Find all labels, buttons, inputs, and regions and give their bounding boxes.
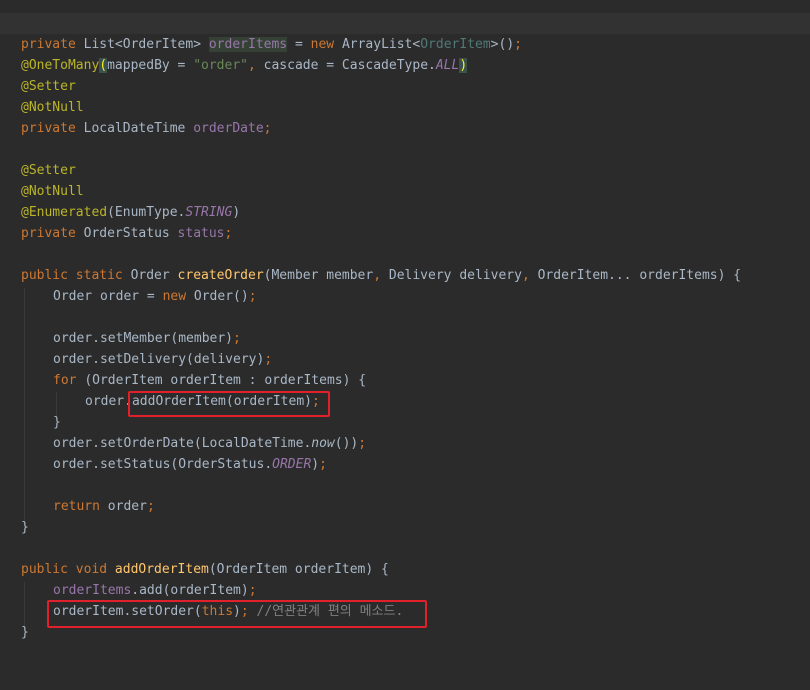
- closing-brace: }: [21, 520, 29, 535]
- code-token: LocalDateTime: [83, 121, 194, 136]
- code-line-22[interactable]: order.setStatus(OrderStatus.ORDER);: [53, 454, 327, 475]
- code-token: ): [311, 457, 320, 472]
- keyword: private: [21, 121, 84, 136]
- code-token: .add(orderItem): [131, 583, 249, 598]
- keyword: return: [53, 499, 108, 514]
- closing-brace: }: [53, 415, 61, 430]
- code-token: order.setOrderDate(LocalDateTime.: [53, 436, 312, 451]
- keyword: public void: [21, 562, 115, 577]
- annotation-setter: @Setter: [21, 79, 76, 94]
- highlight-box-add-order-item: [128, 391, 330, 417]
- keyword: public static: [21, 268, 131, 283]
- semicolon: ;: [264, 352, 273, 367]
- field-order-items-highlight: orderItems: [208, 37, 288, 52]
- code-token: ): [232, 205, 241, 220]
- code-token: order.setStatus(OrderStatus.: [53, 457, 273, 472]
- code-line-18[interactable]: for (OrderItem orderItem : orderItems) {: [53, 370, 366, 391]
- code-line-24[interactable]: return order;: [53, 496, 155, 517]
- code-line-30[interactable]: }: [21, 622, 29, 643]
- code-token: Delivery delivery: [388, 268, 522, 283]
- code-line-20[interactable]: }: [53, 412, 61, 433]
- code-token: (Member member: [263, 268, 374, 283]
- semicolon: ;: [146, 499, 155, 514]
- keyword: new: [310, 37, 342, 52]
- code-line-28[interactable]: orderItems.add(orderItem);: [53, 580, 257, 601]
- code-token: cascade = CascadeType.: [263, 58, 436, 73]
- generic-type: OrderItem: [420, 37, 491, 52]
- code-line-14[interactable]: Order order = new Order();: [53, 286, 257, 307]
- annotation-enumerated: @Enumerated: [21, 205, 108, 220]
- code-token: (OrderItem orderItem : orderItems) {: [84, 373, 367, 388]
- field-name: status: [177, 226, 225, 241]
- code-token: Order: [130, 268, 178, 283]
- code-token: order.setDelivery(delivery): [53, 352, 265, 367]
- code-line-5[interactable]: @NotNull: [21, 97, 84, 118]
- code-line-27[interactable]: public void addOrderItem(OrderItem order…: [21, 559, 389, 580]
- code-line-10[interactable]: @Enumerated(EnumType.STRING): [21, 202, 240, 223]
- annotation-notnull: @NotNull: [21, 100, 84, 115]
- method-name-create-order: createOrder: [177, 268, 264, 283]
- semicolon: ;: [248, 289, 257, 304]
- code-token: order: [107, 499, 147, 514]
- code-token: mappedBy =: [107, 58, 194, 73]
- keyword: new: [162, 289, 194, 304]
- code-line-9[interactable]: @NotNull: [21, 181, 84, 202]
- code-line-6[interactable]: private LocalDateTime orderDate;: [21, 118, 271, 139]
- code-token: ArrayList<: [341, 37, 421, 52]
- enum-constant: ALL: [435, 58, 460, 73]
- code-token: ,: [248, 58, 264, 73]
- keyword: private: [21, 37, 84, 52]
- static-method-now: now: [311, 436, 335, 451]
- annotation-onetomany: @OneToMany: [21, 58, 100, 73]
- code-line-13[interactable]: public static Order createOrder(Member m…: [21, 265, 741, 286]
- code-line-8[interactable]: @Setter: [21, 160, 76, 181]
- annotation-setter: @Setter: [21, 163, 76, 178]
- semicolon: ;: [514, 37, 522, 52]
- code-token: order: [85, 394, 125, 409]
- code-token: OrderStatus: [83, 226, 178, 241]
- field-name: orderDate: [193, 121, 264, 136]
- code-line-11[interactable]: private OrderStatus status;: [21, 223, 232, 244]
- code-token: =: [287, 37, 311, 52]
- indent-guide: [24, 288, 25, 525]
- code-line-17[interactable]: order.setDelivery(delivery);: [53, 349, 272, 370]
- code-editor[interactable]: @OneToMany(mappedBy = "order", cascade =…: [0, 0, 810, 690]
- semicolon: ;: [248, 583, 257, 598]
- code-line-4[interactable]: @Setter: [21, 76, 76, 97]
- highlight-box-set-order: [47, 600, 427, 628]
- string-literal: "order": [193, 58, 248, 73]
- code-token: Order(): [193, 289, 249, 304]
- comma: ,: [373, 268, 389, 283]
- code-line-21[interactable]: order.setOrderDate(LocalDateTime.now());: [53, 433, 366, 454]
- code-token: (OrderItem orderItem) {: [208, 562, 389, 577]
- keyword: private: [21, 226, 84, 241]
- semicolon: ;: [263, 121, 272, 136]
- paren-close-highlight: ): [459, 58, 468, 73]
- code-token: order.setMember(member): [53, 331, 234, 346]
- semicolon: ;: [233, 331, 241, 346]
- paren-open-highlight: (: [99, 58, 108, 73]
- semicolon: ;: [319, 457, 327, 472]
- code-token: (EnumType.: [107, 205, 186, 220]
- code-token: OrderItem... orderItems) {: [537, 268, 742, 283]
- method-name-add-order-item: addOrderItem: [114, 562, 209, 577]
- code-token: ()): [334, 436, 359, 451]
- comma: ,: [521, 268, 538, 283]
- enum-constant: ORDER: [272, 457, 312, 472]
- code-line-25[interactable]: }: [21, 517, 29, 538]
- code-token: Order order =: [53, 289, 163, 304]
- code-line-1[interactable]: @OneToMany(mappedBy = "order", cascade =…: [0, 13, 810, 73]
- enum-constant: STRING: [185, 205, 233, 220]
- code-line-16[interactable]: order.setMember(member);: [53, 328, 241, 349]
- closing-brace: }: [21, 625, 29, 640]
- semicolon: ;: [358, 436, 367, 451]
- code-token: >(): [490, 37, 515, 52]
- keyword: for: [53, 373, 85, 388]
- annotation-notnull: @NotNull: [21, 184, 84, 199]
- semicolon: ;: [224, 226, 233, 241]
- field-order-items: orderItems: [53, 583, 132, 598]
- code-token: List<OrderItem>: [83, 37, 209, 52]
- code-line-2[interactable]: private List<OrderItem> orderItems = new…: [21, 34, 522, 55]
